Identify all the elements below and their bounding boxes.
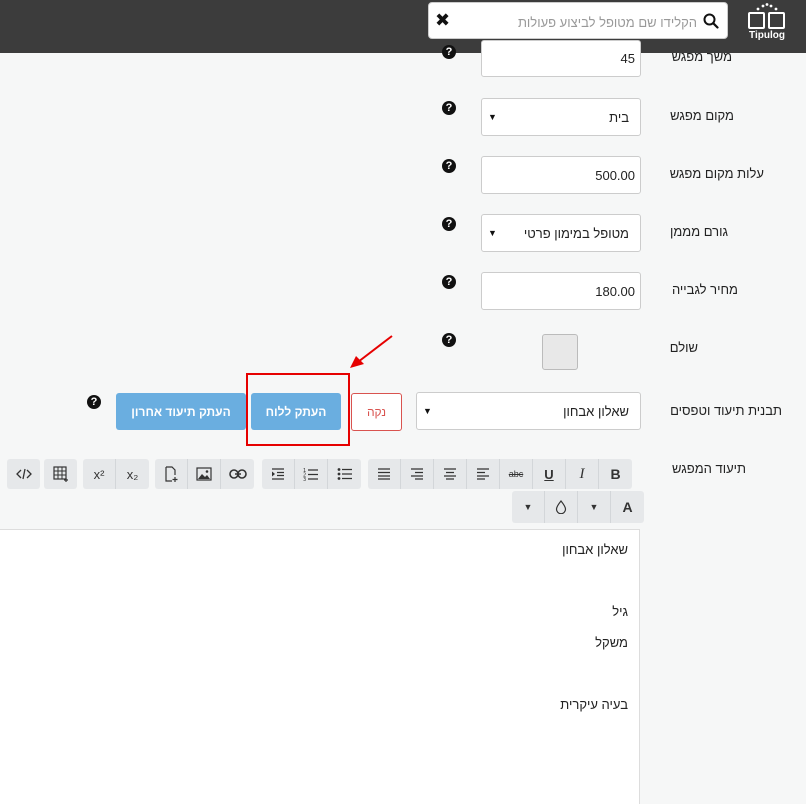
table-icon[interactable] [44, 459, 77, 489]
tipulog-logo[interactable]: Tipulog [741, 3, 793, 45]
patient-search-input[interactable] [455, 9, 699, 35]
editor-line: בעיה עיקרית [560, 697, 628, 712]
code-view-icon[interactable] [7, 459, 40, 489]
funding-source-label: גורם מממן [669, 224, 728, 239]
logo-box-icon [768, 12, 785, 29]
logo-box-icon [748, 12, 765, 29]
documentation-label: תיעוד המפגש [672, 461, 746, 476]
meeting-place-cost-field[interactable]: 500.00 [481, 156, 641, 194]
dropdown-caret-icon: ▼ [488, 112, 497, 122]
font-color-dropdown-icon[interactable]: ▼ [578, 491, 611, 523]
funding-source-select[interactable]: מטופל במימון פרטי ▼ [481, 214, 641, 252]
documentation-editor[interactable]: שאלון אבחון גיל משקל בעיה עיקרית [0, 529, 640, 804]
help-icon[interactable]: ? [442, 217, 456, 231]
indent-icon[interactable] [262, 459, 295, 489]
paid-checkbox[interactable] [542, 334, 578, 370]
bold-icon[interactable]: B [599, 459, 632, 489]
patient-search: ✖ [428, 2, 728, 39]
font-color-icon[interactable]: A [611, 491, 644, 523]
logo-dots-icon [756, 3, 778, 11]
help-icon[interactable]: ? [442, 45, 456, 59]
meeting-place-select[interactable]: בית ▼ [481, 98, 641, 136]
toolbar-group-table [44, 459, 77, 489]
template-label: תבנית תיעוד וטפסים [670, 403, 782, 418]
insert-file-icon[interactable] [155, 459, 188, 489]
dropdown-caret-icon: ▼ [423, 406, 432, 416]
session-length-label: משך מפגש [671, 49, 732, 64]
copy-to-board-button[interactable]: העתק ללוח [251, 393, 341, 430]
dropdown-caret-icon: ▼ [488, 228, 497, 238]
toolbar-group-script: x² x₂ [83, 459, 149, 489]
toolbar-group-lists: 123 [262, 459, 361, 489]
insert-link-icon[interactable] [221, 459, 254, 489]
price-field[interactable]: 180.00 [481, 272, 641, 310]
logo-text: Tipulog [749, 30, 785, 41]
subscript-icon[interactable]: x₂ [116, 459, 149, 489]
underline-icon[interactable]: U [533, 459, 566, 489]
toolbar-group-code [7, 459, 40, 489]
italic-icon[interactable]: I [566, 459, 599, 489]
meeting-place-label: מקום מפגש [670, 108, 734, 123]
annotation-arrow-icon [350, 335, 393, 368]
price-label: מחיר לגבייה [671, 282, 738, 297]
strikethrough-icon[interactable]: abc [500, 459, 533, 489]
background-color-icon[interactable] [545, 491, 578, 523]
align-left-icon[interactable] [467, 459, 500, 489]
toolbar-group-colors: ▼ ▼ A [512, 491, 644, 523]
svg-text:3: 3 [303, 477, 306, 481]
search-icon [703, 13, 719, 29]
session-length-field[interactable]: 45 [481, 40, 641, 77]
align-right-icon[interactable] [401, 459, 434, 489]
insert-image-icon[interactable] [188, 459, 221, 489]
superscript-icon[interactable]: x² [83, 459, 116, 489]
help-icon[interactable]: ? [442, 159, 456, 173]
bullet-list-icon[interactable] [328, 459, 361, 489]
background-color-dropdown-icon[interactable]: ▼ [512, 491, 545, 523]
editor-line: גיל [612, 604, 628, 619]
toolbar-group-format: abc U I B [368, 459, 632, 489]
clear-button[interactable]: נקה [351, 393, 402, 431]
meeting-place-cost-label: עלות מקום מפגש [669, 166, 764, 181]
ordered-list-icon[interactable]: 123 [295, 459, 328, 489]
paid-label: שולם [669, 340, 698, 355]
help-icon[interactable]: ? [442, 333, 456, 347]
template-select[interactable]: שאלון אבחון ▼ [416, 392, 641, 430]
help-icon[interactable]: ? [442, 101, 456, 115]
align-center-icon[interactable] [434, 459, 467, 489]
clear-search-icon[interactable]: ✖ [435, 11, 450, 29]
editor-line: שאלון אבחון [562, 542, 628, 557]
align-justify-icon[interactable] [368, 459, 401, 489]
toolbar-group-insert [155, 459, 254, 489]
help-icon[interactable]: ? [87, 395, 101, 409]
copy-last-documentation-button[interactable]: העתק תיעוד אחרון [116, 393, 246, 430]
help-icon[interactable]: ? [442, 275, 456, 289]
editor-line: משקל [595, 635, 628, 650]
